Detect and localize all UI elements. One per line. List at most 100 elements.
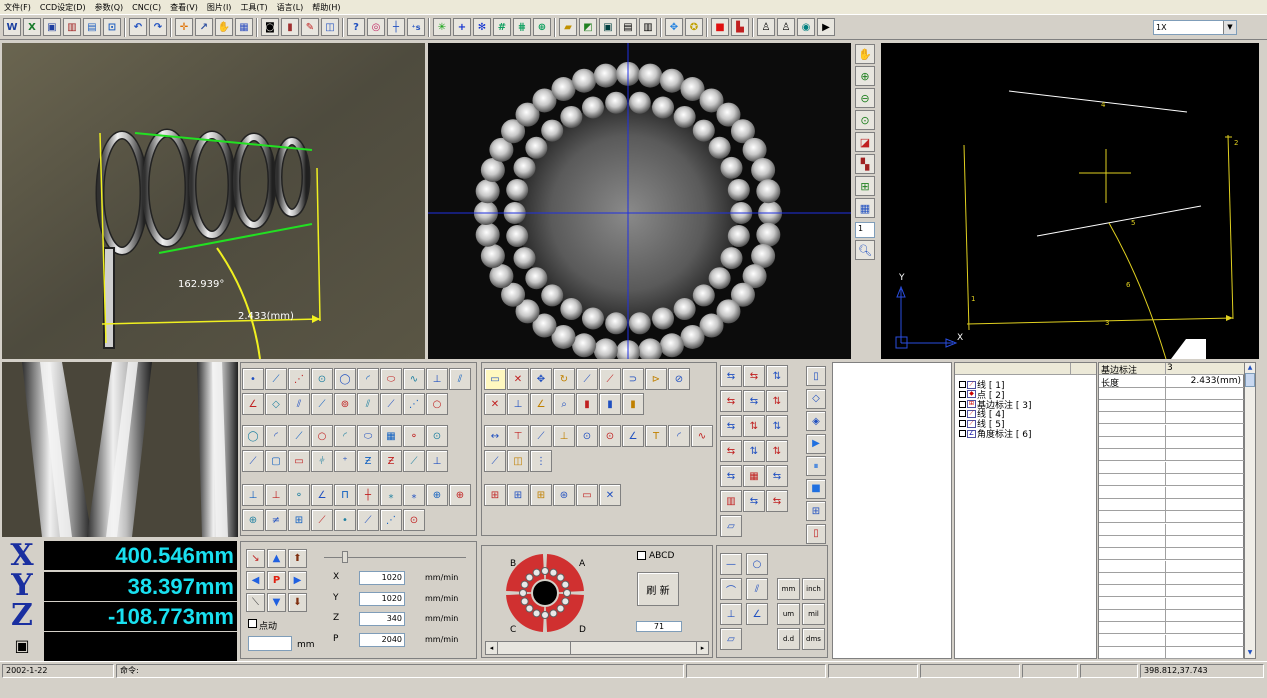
zoom-out-icon[interactable]: ⊖ [855,88,875,108]
measure-tool-icon[interactable]: • [242,368,264,390]
construct-tool-icon[interactable]: ✕ [484,393,506,415]
construct-tool-icon[interactable]: ↻ [553,368,575,390]
menu-file[interactable]: 文件(F) [4,2,31,13]
image-edit-icon[interactable]: ◩ [579,18,597,36]
property-scrollbar[interactable]: ▲ ▼ [1244,362,1256,659]
scroll-up-icon[interactable]: ▲ [1245,363,1255,373]
measure-tool-icon[interactable]: ◇ [265,393,287,415]
light-level-input[interactable]: 71 [636,621,682,632]
abcd-checkbox[interactable] [637,551,646,560]
measure-tool-icon[interactable]: ⊥ [426,450,448,472]
menu-cnc[interactable]: CNC(C) [132,3,161,12]
measure-tool-icon[interactable]: ⊙ [426,425,448,447]
construct-tool-icon[interactable]: ⟋ [576,368,598,390]
measure-tool-icon[interactable]: ┼ [357,484,379,506]
speed-y-input[interactable]: 1020 [359,591,405,606]
construct-tool-icon[interactable]: ▮ [576,393,598,415]
report-tool-icon[interactable]: ⇆ [743,490,765,512]
report-tool-icon[interactable]: ▱ [720,515,742,537]
measure-tool-icon[interactable]: ⊥ [242,484,264,506]
txt-export-icon[interactable]: ▯ [806,523,826,544]
menu-parameters[interactable]: 参数(Q) [95,2,124,13]
zoom-window-icon[interactable]: ◪ [855,132,875,152]
construct-tool-icon[interactable]: ⊙ [576,425,598,447]
jog-diag-up-left-icon[interactable]: ↘ [246,549,265,568]
scroll-down-icon[interactable]: ▼ [1245,648,1255,658]
construct-tool-icon[interactable]: ◫ [507,450,529,472]
construct-tool-icon[interactable]: ⟋ [599,368,621,390]
measure-tool-icon[interactable]: ◯ [334,368,356,390]
menu-ccd-settings[interactable]: CCD设定(D) [40,2,86,13]
ring-light-segments[interactable] [504,552,586,634]
measure-tool-icon[interactable]: ∠ [311,484,333,506]
measure-tool-icon[interactable]: ⊕ [426,484,448,506]
list-table-icon[interactable]: ▥ [639,18,657,36]
status-command[interactable]: 命令: [116,664,684,678]
edit-pen-icon[interactable]: ↗ [195,18,213,36]
construct-tool-icon[interactable]: ✕ [507,368,529,390]
grid-icon[interactable]: ⊞ [806,501,826,521]
report-tool-icon[interactable]: ▦ [743,465,765,487]
chart-icon[interactable]: ▥ [63,18,81,36]
report-tool-icon[interactable]: ⇆ [743,365,765,387]
shape-angle-icon[interactable]: ∠ [746,603,768,625]
measure-tool-icon[interactable]: ⟋ [265,368,287,390]
construct-tool-icon[interactable]: ▮ [599,393,621,415]
shape-line-icon[interactable]: — [720,553,742,575]
video-camera-icon[interactable]: ▶ [817,18,835,36]
measure-tool-icon[interactable]: ⟋ [403,450,425,472]
menu-language[interactable]: 语言(L) [277,2,304,13]
construct-tool-icon[interactable]: ⊞ [507,484,529,506]
save-icon[interactable]: ▣ [43,18,61,36]
measure-tool-icon[interactable]: ⬭ [380,368,402,390]
light-scrollbar[interactable]: ◂ ▸ [485,641,709,655]
measure-tool-icon[interactable]: ⊥ [265,484,287,506]
measure-tool-icon[interactable]: Π [334,484,356,506]
measure-tool-icon[interactable]: ◯ [242,425,264,447]
menu-view[interactable]: 查看(V) [170,2,198,13]
menu-help[interactable]: 帮助(H) [312,2,340,13]
excel-icon[interactable]: X [23,18,41,36]
report-tool-icon[interactable]: ⇅ [766,365,788,387]
table-view-icon[interactable]: ▦ [855,198,875,218]
zoom-select[interactable]: 1X ▼ [1153,20,1237,35]
measure-tool-icon[interactable]: ⟋ [288,425,310,447]
arrows-move-icon[interactable]: ✥ [665,18,683,36]
construct-tool-icon[interactable]: ⌕ [553,393,575,415]
measure-tool-icon[interactable]: ⟋ [357,509,379,531]
redo-icon[interactable]: ↷ [149,18,167,36]
jog-down-arrow-icon[interactable]: ▼ [267,593,286,612]
measure-tool-icon[interactable]: ⊙ [311,368,333,390]
tree-item-checkbox[interactable] [959,430,966,437]
measure-tool-icon[interactable]: ○ [311,425,333,447]
construct-tool-icon[interactable]: ⋮ [530,450,552,472]
construct-tool-icon[interactable]: ⊥ [507,393,529,415]
lens-icon[interactable]: ◉ [797,18,815,36]
measure-tool-icon[interactable]: ⚬ [403,425,425,447]
measure-tool-icon[interactable]: ⫽ [449,368,471,390]
layout-grid-icon[interactable]: ⊞ [855,176,875,196]
measure-tool-icon[interactable]: ▢ [265,450,287,472]
measure-tool-icon[interactable]: ⁺ [334,450,356,472]
zoom-tool-icon[interactable]: 🔍︎ [855,240,875,260]
report-tool-icon[interactable]: ⇅ [766,390,788,412]
measure-tool-icon[interactable]: • [334,509,356,531]
jog-z-up-icon[interactable]: ⬆ [288,549,307,568]
angle-decimal-button[interactable]: d.d [777,628,800,650]
construct-tool-icon[interactable]: ⊛ [553,484,575,506]
shape-perpendicular-icon[interactable]: ⊥ [720,603,742,625]
measure-tool-icon[interactable]: ◜ [265,425,287,447]
measure-tool-icon[interactable]: ▭ [288,450,310,472]
report-tool-icon[interactable]: ⇅ [743,440,765,462]
snap-icon[interactable]: ⁺s [407,18,425,36]
cad-view[interactable]: Y X 4 2 5 6 1 3 [881,43,1259,359]
construct-tool-icon[interactable]: ⟋ [530,425,552,447]
measure-tool-icon[interactable]: Ƶ [357,450,379,472]
3d-view-icon[interactable]: ▚ [855,154,875,174]
measure-tool-icon[interactable]: ⊞ [288,509,310,531]
unit-mm-button[interactable]: mm [777,578,800,600]
measure-tool-icon[interactable]: ⟋ [311,509,333,531]
feature-tree[interactable]: ⟋ 线 [ 1] ◆ 点 [ 2] ⊞ 基边标注 [ 3] ⟋ 线 [ 4] ⟋ 线 [ 5] ∠ 角… [954,362,1097,659]
construct-tool-icon[interactable]: ⊙ [599,425,621,447]
measure-tool-icon[interactable]: ⊕ [242,509,264,531]
